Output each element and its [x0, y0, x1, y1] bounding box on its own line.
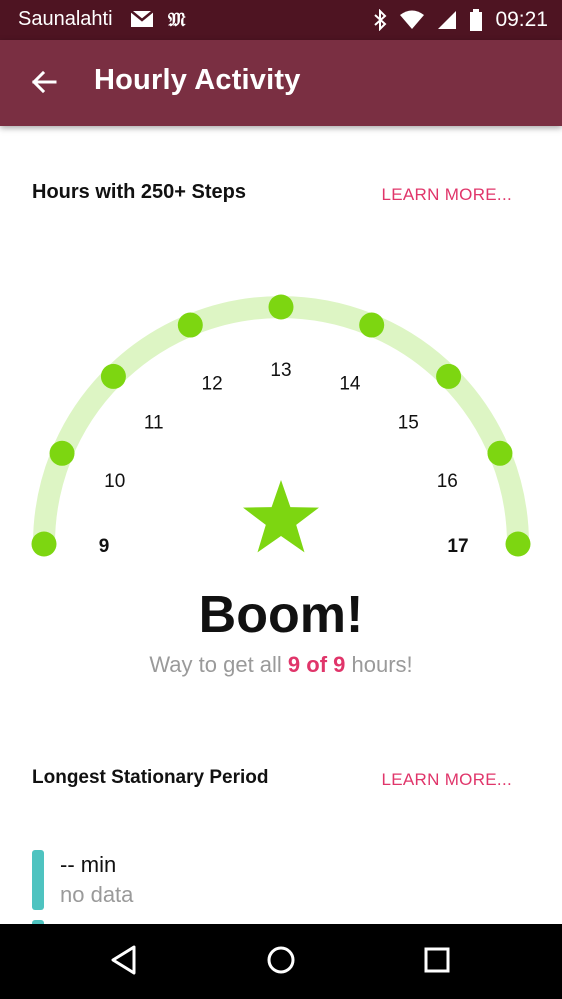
nav-bar	[0, 924, 562, 999]
stationary-learn-more-link[interactable]: LEARN MORE...	[382, 770, 512, 790]
app-bar: Hourly Activity	[0, 40, 562, 126]
page-title: Hourly Activity	[94, 64, 301, 96]
stat-value: -- min	[60, 852, 117, 877]
arrow-left-icon	[31, 69, 57, 100]
stationary-stat: -- min no data	[32, 848, 332, 912]
hour-label-17: 17	[447, 536, 468, 557]
hour-dot-15	[436, 363, 462, 389]
nav-recents-button[interactable]	[417, 942, 457, 982]
nav-home-icon	[266, 945, 296, 980]
status-time: 09:21	[495, 8, 548, 31]
hour-label-10: 10	[104, 471, 125, 492]
stat-color-bar	[32, 850, 44, 910]
stationary-section-title: Longest Stationary Period	[32, 767, 269, 788]
svg-text:𝔐: 𝔐	[168, 9, 186, 29]
hour-dot-12	[177, 312, 203, 338]
hours-section-title: Hours with 250+ Steps	[32, 181, 246, 203]
result-subtitle: Way to get all 9 of 9 hours!	[0, 652, 562, 678]
star-icon	[243, 480, 319, 553]
nav-back-icon	[109, 944, 139, 981]
status-bar: Saunalahti 𝔐 09:21	[0, 0, 562, 40]
wifi-icon	[399, 10, 425, 30]
result-highlight: 9 of 9	[287, 652, 346, 677]
hour-dot-10	[49, 440, 75, 466]
back-button[interactable]	[22, 62, 66, 106]
hour-dot-11	[100, 363, 126, 389]
nav-home-button[interactable]	[261, 942, 301, 982]
hour-label-16: 16	[437, 471, 458, 492]
hours-learn-more-link[interactable]: LEARN MORE...	[382, 185, 512, 205]
stat-note: no data	[60, 882, 134, 907]
carrier-name: Saunalahti	[18, 8, 113, 30]
hour-dot-13	[268, 294, 294, 320]
hour-label-14: 14	[339, 374, 361, 395]
nav-back-button[interactable]	[104, 942, 144, 982]
hour-label-12: 12	[202, 374, 223, 395]
result-suffix: hours!	[345, 652, 413, 677]
hour-label-11: 11	[144, 413, 164, 434]
nav-recents-icon	[423, 946, 451, 979]
hour-label-15: 15	[398, 413, 419, 434]
battery-icon	[469, 9, 483, 31]
signal-icon	[437, 10, 457, 30]
hourly-gauge: 9 10 11 12 13 14 15 16 17	[31, 294, 531, 557]
result-title: Boom!	[198, 586, 364, 644]
news-icon: 𝔐	[168, 9, 192, 29]
bluetooth-icon	[373, 9, 387, 31]
hour-label-9: 9	[99, 536, 110, 557]
hour-dot-16	[487, 440, 513, 466]
hour-dot-17	[505, 531, 531, 557]
result-prefix: Way to get all	[149, 652, 288, 677]
hour-label-13: 13	[270, 360, 291, 381]
hour-dot-9	[31, 531, 57, 557]
gmail-icon	[130, 10, 154, 28]
hour-dot-14	[359, 312, 385, 338]
